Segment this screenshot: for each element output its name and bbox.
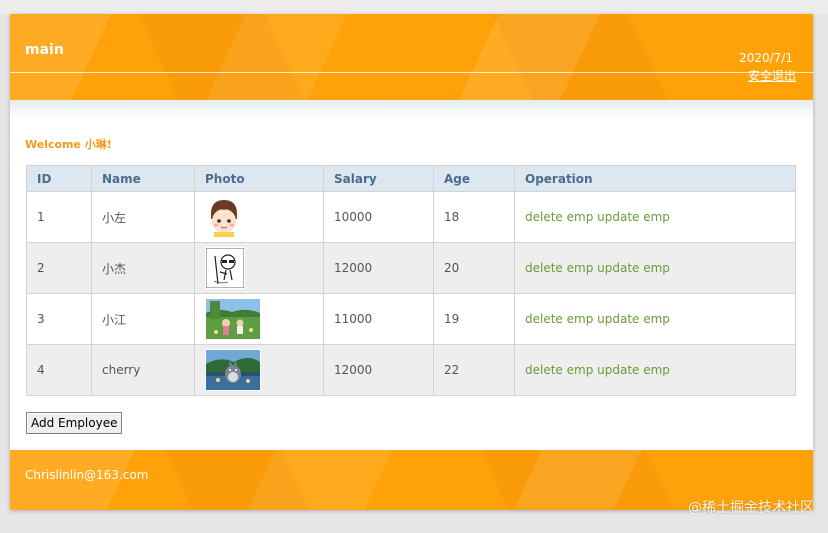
column-header-id: ID [26, 165, 92, 192]
cell-name: 小左 [91, 191, 195, 243]
cell-age: 20 [433, 242, 515, 294]
delete-emp-link[interactable]: delete emp [525, 363, 593, 377]
header-divider [10, 72, 813, 73]
cell-photo [194, 191, 324, 243]
cell-salary: 10000 [323, 191, 434, 243]
footer-email: Chrislinlin@163.com [25, 468, 149, 482]
logout-link[interactable]: 安全退出 [748, 67, 796, 84]
delete-emp-link[interactable]: delete emp [525, 261, 593, 275]
cell-operation: delete emp update emp [514, 293, 796, 345]
cell-photo [194, 293, 324, 345]
update-emp-link[interactable]: update emp [597, 312, 670, 326]
table-row: 3 小江 11000 19 delete emp update emp [26, 293, 796, 345]
cell-age: 19 [433, 293, 515, 345]
cell-salary: 12000 [323, 242, 434, 294]
table-row: 2 小杰 12000 20 delete emp update emp [26, 242, 796, 294]
cell-photo [194, 344, 324, 396]
cell-id: 2 [26, 242, 92, 294]
welcome-message: Welcome 小琳! [25, 138, 112, 151]
employee-table: ID Name Photo Salary Age Operation 1 小左 [26, 165, 796, 396]
cell-operation: delete emp update emp [514, 242, 796, 294]
browser-top-strip [0, 0, 828, 14]
column-header-name: Name [91, 165, 195, 192]
add-employee-button[interactable]: Add Employee [26, 412, 123, 434]
cell-age: 22 [433, 344, 515, 396]
column-header-photo: Photo [194, 165, 324, 192]
table-row: 4 cherry 12000 22 delete emp update emp [26, 344, 796, 396]
delete-emp-link[interactable]: delete emp [525, 210, 593, 224]
update-emp-link[interactable]: update emp [597, 363, 670, 377]
app-title: main [25, 42, 64, 58]
delete-emp-link[interactable]: delete emp [525, 312, 593, 326]
cell-operation: delete emp update emp [514, 191, 796, 243]
cell-id: 3 [26, 293, 92, 345]
column-header-operation: Operation [514, 165, 796, 192]
cell-name: 小江 [91, 293, 195, 345]
employee-photo [205, 196, 243, 238]
cell-age: 18 [433, 191, 515, 243]
table-header-row: ID Name Photo Salary Age Operation [26, 165, 796, 192]
update-emp-link[interactable]: update emp [597, 261, 670, 275]
page-header: main 2020/7/1 安全退出 [10, 14, 813, 100]
column-header-age: Age [433, 165, 515, 192]
employee-photo [205, 298, 261, 340]
employee-photo [205, 349, 261, 391]
cell-salary: 11000 [323, 293, 434, 345]
page-container: main 2020/7/1 安全退出 Welcome 小琳! ID Name P… [10, 14, 813, 510]
column-header-salary: Salary [323, 165, 434, 192]
cell-id: 4 [26, 344, 92, 396]
cell-id: 1 [26, 191, 92, 243]
cell-salary: 12000 [323, 344, 434, 396]
current-date: 2020/7/1 [739, 51, 793, 65]
employee-photo [205, 247, 245, 289]
header-band [10, 100, 813, 118]
cell-name: cherry [91, 344, 195, 396]
cell-photo [194, 242, 324, 294]
cell-name: 小杰 [91, 242, 195, 294]
table-row: 1 小左 10000 18 delete emp update emp [26, 191, 796, 243]
watermark: @稀土掘金技术社区 [688, 500, 814, 516]
cell-operation: delete emp update emp [514, 344, 796, 396]
update-emp-link[interactable]: update emp [597, 210, 670, 224]
